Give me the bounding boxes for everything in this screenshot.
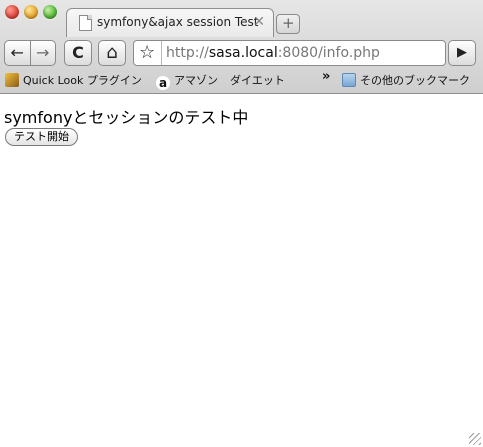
bookmark-star-icon[interactable]: ☆ xyxy=(139,42,155,63)
amazon-icon: a xyxy=(156,76,170,90)
tab-title: symfony&ajax session Test xyxy=(97,15,259,29)
page-icon xyxy=(79,15,92,31)
tab-active[interactable]: symfony&ajax session Test ✕ xyxy=(66,8,274,37)
folder-icon xyxy=(342,73,356,87)
bookmark-label: アマゾン xyxy=(174,74,218,87)
home-button[interactable]: ⌂ xyxy=(98,40,126,66)
start-test-button[interactable]: テスト開始 xyxy=(5,128,78,146)
close-window-button[interactable] xyxy=(5,5,19,19)
reload-button[interactable]: C xyxy=(64,40,92,66)
url-scheme: http:// xyxy=(166,45,209,61)
resize-grip[interactable] xyxy=(469,433,481,445)
bookmarks-bar: Quick Look プラグイン a アマゾン ダイエット » その他のブックマー… xyxy=(0,68,483,92)
page-heading: symfonyとセッションのテスト中 xyxy=(4,108,249,127)
bookmark-diet[interactable]: ダイエット xyxy=(230,72,316,88)
bookmark-label: ダイエット xyxy=(230,74,285,87)
zoom-window-button[interactable] xyxy=(43,5,57,19)
home-icon: ⌂ xyxy=(106,42,118,63)
bookmarks-overflow-icon[interactable]: » xyxy=(322,69,330,84)
browser-chrome: symfony&ajax session Test ✕ + ← → C ⌂ ☆ … xyxy=(0,0,483,94)
title-bar: symfony&ajax session Test ✕ + xyxy=(0,0,483,37)
quicklook-icon xyxy=(5,73,19,87)
page-content: symfonyとセッションのテスト中 テスト開始 xyxy=(0,94,483,447)
navigation-toolbar: ← → C ⌂ ☆ http://sasa.local:8080/info.ph… xyxy=(0,36,483,68)
omnibox-divider xyxy=(161,41,162,65)
minimize-window-button[interactable] xyxy=(24,5,38,19)
url-host: sasa.local xyxy=(208,45,278,61)
close-tab-icon[interactable]: ✕ xyxy=(253,14,265,30)
play-icon: ▶ xyxy=(457,45,467,60)
other-bookmarks[interactable]: その他のブックマーク xyxy=(342,72,470,88)
new-tab-button[interactable]: + xyxy=(276,14,300,34)
bookmark-quicklook[interactable]: Quick Look プラグイン xyxy=(5,72,142,88)
bookmark-label: Quick Look プラグイン xyxy=(23,74,142,87)
url-path: :8080/info.php xyxy=(277,45,380,61)
url-text[interactable]: http://sasa.local:8080/info.php xyxy=(166,45,380,61)
back-arrow-icon[interactable]: ← xyxy=(5,41,30,65)
reload-icon: C xyxy=(72,43,84,62)
bookmark-amazon[interactable]: a アマゾン xyxy=(156,72,218,90)
forward-arrow-icon[interactable]: → xyxy=(29,41,56,65)
address-bar[interactable]: ☆ http://sasa.local:8080/info.php xyxy=(133,40,446,66)
plus-icon: + xyxy=(282,14,295,32)
back-forward-group: ← → xyxy=(4,40,56,66)
other-bookmarks-label: その他のブックマーク xyxy=(360,74,470,87)
go-button[interactable]: ▶ xyxy=(448,40,476,66)
